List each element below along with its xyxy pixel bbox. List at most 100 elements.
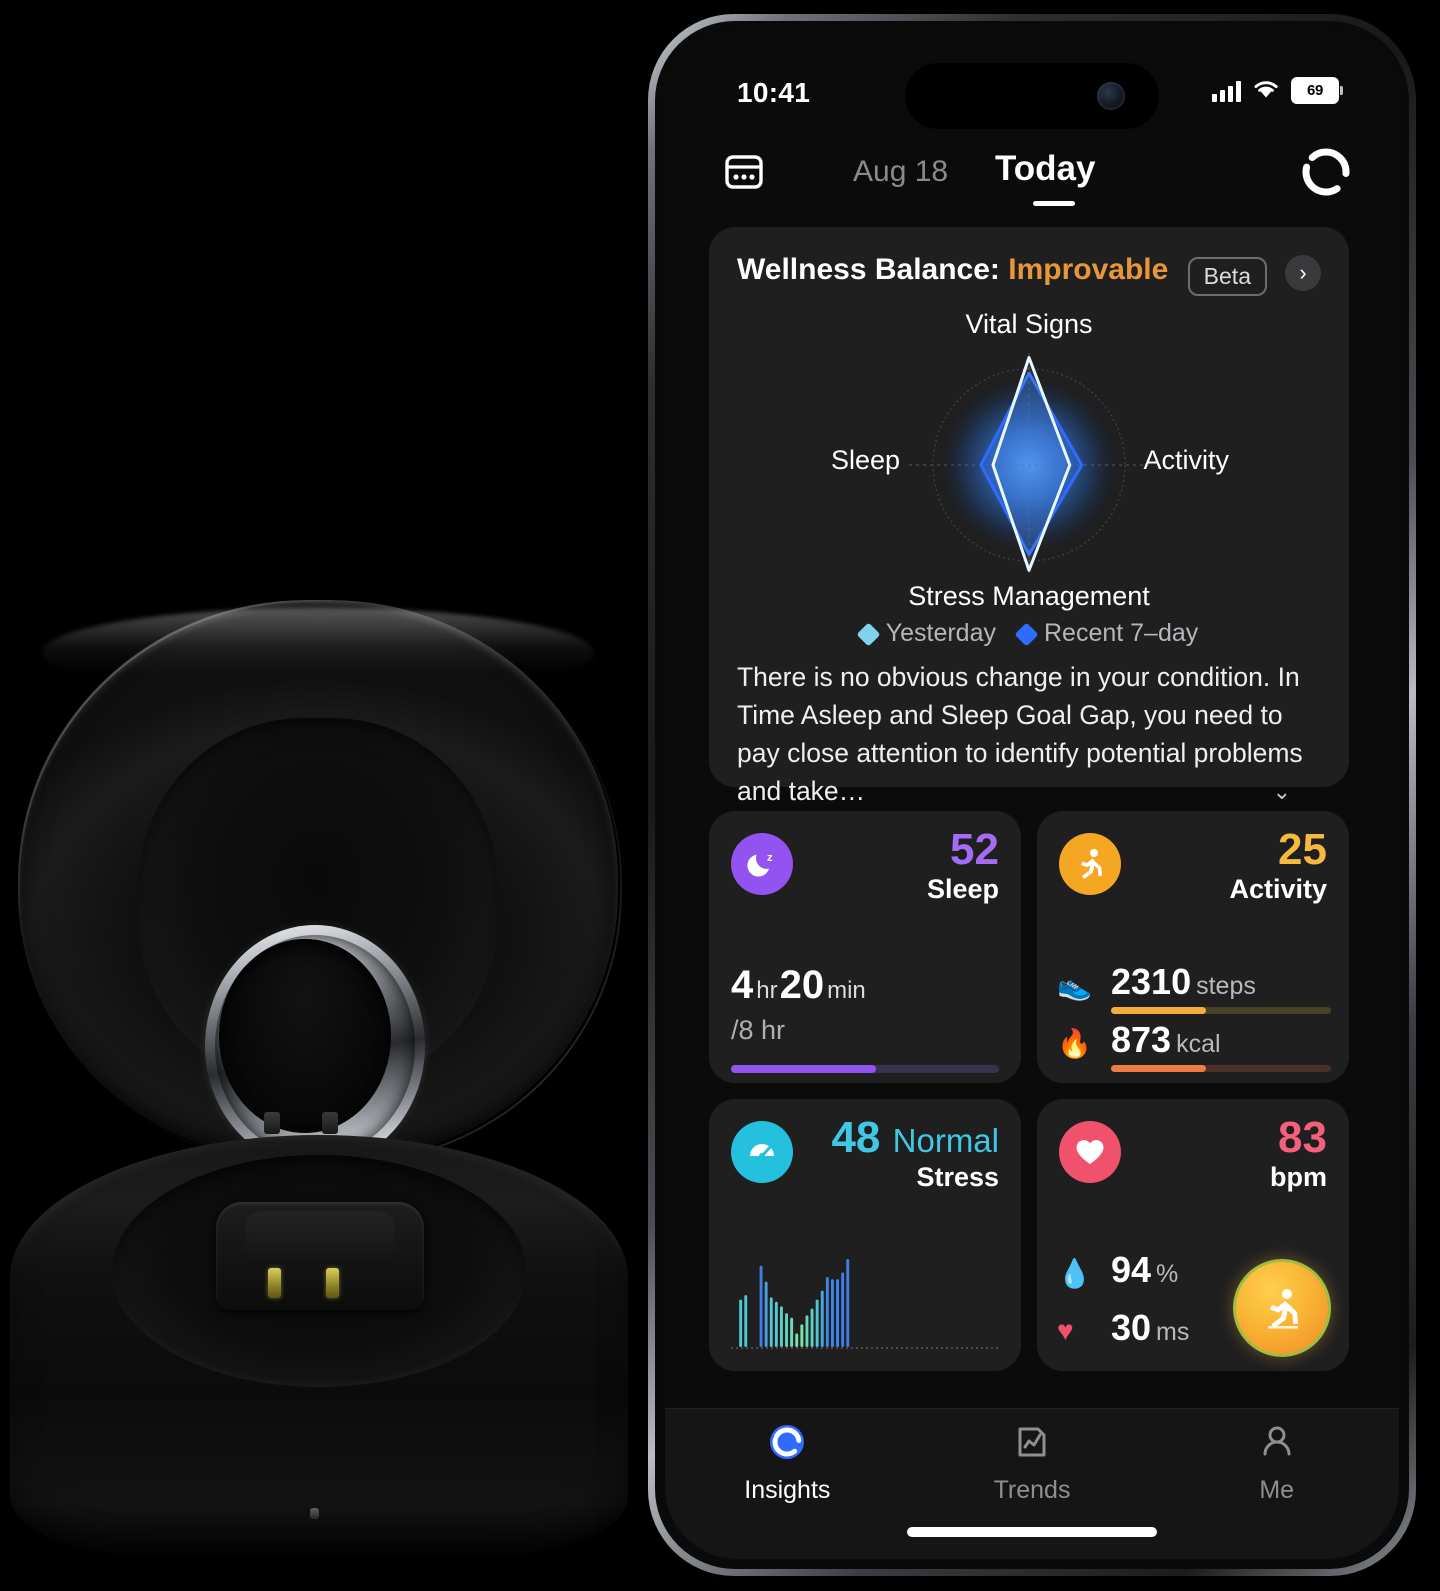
wellness-radar-chart: Vital Signs Activity Stress Management S… xyxy=(709,305,1349,625)
shoe-icon: 👟 xyxy=(1057,970,1092,1001)
stress-bar xyxy=(831,1279,834,1347)
sleep-goal: /8 hr xyxy=(731,1015,786,1045)
activity-card[interactable]: 25 Activity 👟 2310 steps 🔥 873 kcal xyxy=(1037,811,1349,1083)
stress-bar xyxy=(774,1301,778,1347)
stress-bar xyxy=(846,1259,850,1347)
radar-legend: Yesterday Recent 7–day xyxy=(709,619,1349,648)
beta-badge: Beta xyxy=(1187,257,1267,296)
stress-gauge-icon xyxy=(731,1121,793,1183)
stress-bar xyxy=(836,1279,839,1347)
wellness-title-prefix: Wellness Balance: xyxy=(737,253,1000,286)
chevron-down-icon[interactable]: ⌄ xyxy=(1273,776,1291,807)
ring-contact-pad-left xyxy=(264,1112,280,1134)
scroll-content: Wellness Balance: Improvable Beta › Vita… xyxy=(665,227,1399,1559)
sleep-score-block: 52 Sleep xyxy=(926,826,999,905)
wifi-icon xyxy=(1252,78,1280,104)
spo2-unit: % xyxy=(1156,1260,1179,1288)
metric-grid: z 52 Sleep 4 hr20 min /8 hr 25 Activity … xyxy=(709,811,1349,1387)
charging-pin-right xyxy=(326,1268,339,1298)
radar-svg xyxy=(909,353,1149,577)
stress-bar xyxy=(769,1297,773,1347)
chart-document-icon xyxy=(1011,1421,1053,1468)
kcal-text: 873 kcal xyxy=(1111,1019,1221,1061)
stress-bar xyxy=(780,1306,783,1347)
tab-me-label: Me xyxy=(1259,1476,1295,1504)
stress-bar xyxy=(841,1272,845,1347)
dynamic-island xyxy=(905,63,1159,129)
moon-zzz-icon: z xyxy=(731,833,793,895)
legend-swatch-recent xyxy=(1014,622,1039,647)
tab-insights-label: Insights xyxy=(744,1476,831,1504)
sleep-minutes: 20 xyxy=(779,963,825,1007)
sleep-duration: 4 hr20 min xyxy=(731,963,868,1008)
tab-list: Insights Trends Me xyxy=(665,1409,1399,1517)
heart-rate-unit: bpm xyxy=(1270,1162,1327,1193)
sleep-progress-fill xyxy=(731,1065,876,1073)
case-status-led xyxy=(310,1508,319,1519)
today-tab[interactable]: Today xyxy=(995,149,1095,189)
wellness-balance-title: Wellness Balance: Improvable xyxy=(737,253,1168,287)
stress-bar xyxy=(820,1290,824,1347)
steps-text: 2310 steps xyxy=(1111,961,1256,1003)
stress-bar xyxy=(825,1277,829,1347)
charging-dock xyxy=(216,1202,424,1310)
legend-item-yesterday: Yesterday xyxy=(856,619,996,648)
charging-pin-left xyxy=(268,1268,281,1298)
heart-rate-value: 83 xyxy=(1278,1113,1327,1162)
stress-bar-chart xyxy=(731,1259,998,1349)
spo2-text: 94% xyxy=(1111,1249,1178,1291)
heart-pulse-icon: ♥ xyxy=(1057,1315,1074,1346)
hrv-text: 30 ms xyxy=(1111,1307,1189,1349)
legend-item-recent: Recent 7–day xyxy=(1014,619,1199,648)
sleep-label: Sleep xyxy=(926,874,999,905)
stress-bar xyxy=(744,1295,748,1347)
heart-rate-card[interactable]: 83 bpm 💧 94% ♥ 30 ms xyxy=(1037,1099,1349,1371)
wellness-description: There is no obvious change in your condi… xyxy=(737,659,1309,811)
stress-bar xyxy=(785,1313,788,1347)
wellness-balance-card[interactable]: Wellness Balance: Improvable Beta › Vita… xyxy=(709,227,1349,806)
tab-trends-label: Trends xyxy=(993,1476,1071,1504)
spo2-value: 94 xyxy=(1111,1249,1152,1290)
tab-insights[interactable]: Insights xyxy=(665,1409,910,1517)
workout-running-icon[interactable] xyxy=(1233,1259,1331,1357)
legend-label-yesterday: Yesterday xyxy=(885,619,996,647)
steps-progress-fill xyxy=(1111,1007,1206,1014)
stress-bar xyxy=(739,1299,743,1347)
today-tab-underline xyxy=(1033,201,1075,206)
status-time: 10:41 xyxy=(737,77,811,108)
metric-row-2: 48 Normal Stress 83 bpm 💧 94 % ♥ 30 ms xyxy=(709,1099,1349,1371)
ring-contact-pad-right xyxy=(322,1112,338,1134)
running-person-icon xyxy=(1059,833,1121,895)
kcal-progress-track xyxy=(1111,1065,1331,1072)
tab-trends[interactable]: Trends xyxy=(910,1409,1155,1517)
kcal-progress-fill xyxy=(1111,1065,1206,1072)
sleep-hours-unit: hr xyxy=(756,977,778,1004)
hrv-unit: ms xyxy=(1156,1318,1190,1346)
legend-label-recent: Recent 7–day xyxy=(1044,619,1199,647)
phone-screen: 10:41 69 Aug 18 Today Wellness Balance: … xyxy=(665,31,1399,1559)
stress-bar xyxy=(815,1299,819,1347)
sleep-minutes-unit: min xyxy=(827,977,866,1004)
stress-label: Stress xyxy=(916,1162,999,1193)
stress-status: Normal xyxy=(892,1122,999,1159)
stress-card[interactable]: 48 Normal Stress xyxy=(709,1099,1021,1371)
stress-score: 48 xyxy=(831,1113,881,1162)
front-camera-icon xyxy=(1097,82,1125,110)
home-indicator xyxy=(907,1527,1157,1537)
date-label[interactable]: Aug 18 xyxy=(853,155,948,189)
battery-level: 69 xyxy=(1307,82,1323,99)
smart-ring-charging-case-image xyxy=(0,0,660,1591)
steps-progress-track xyxy=(1111,1007,1331,1014)
person-icon xyxy=(1256,1421,1298,1468)
status-indicators: 69 xyxy=(1212,77,1343,104)
tab-me[interactable]: Me xyxy=(1154,1409,1399,1517)
chevron-right-icon[interactable]: › xyxy=(1285,255,1321,291)
ring-logo-icon[interactable] xyxy=(1301,147,1351,197)
ring-insights-icon xyxy=(766,1421,808,1468)
calendar-card-icon[interactable] xyxy=(721,149,767,195)
smart-ring-inner xyxy=(219,939,391,1133)
sleep-card[interactable]: z 52 Sleep 4 hr20 min /8 hr xyxy=(709,811,1021,1083)
legend-swatch-yesterday xyxy=(856,622,881,647)
activity-score: 25 xyxy=(1278,825,1327,874)
steps-value: 2310 xyxy=(1111,961,1192,1002)
